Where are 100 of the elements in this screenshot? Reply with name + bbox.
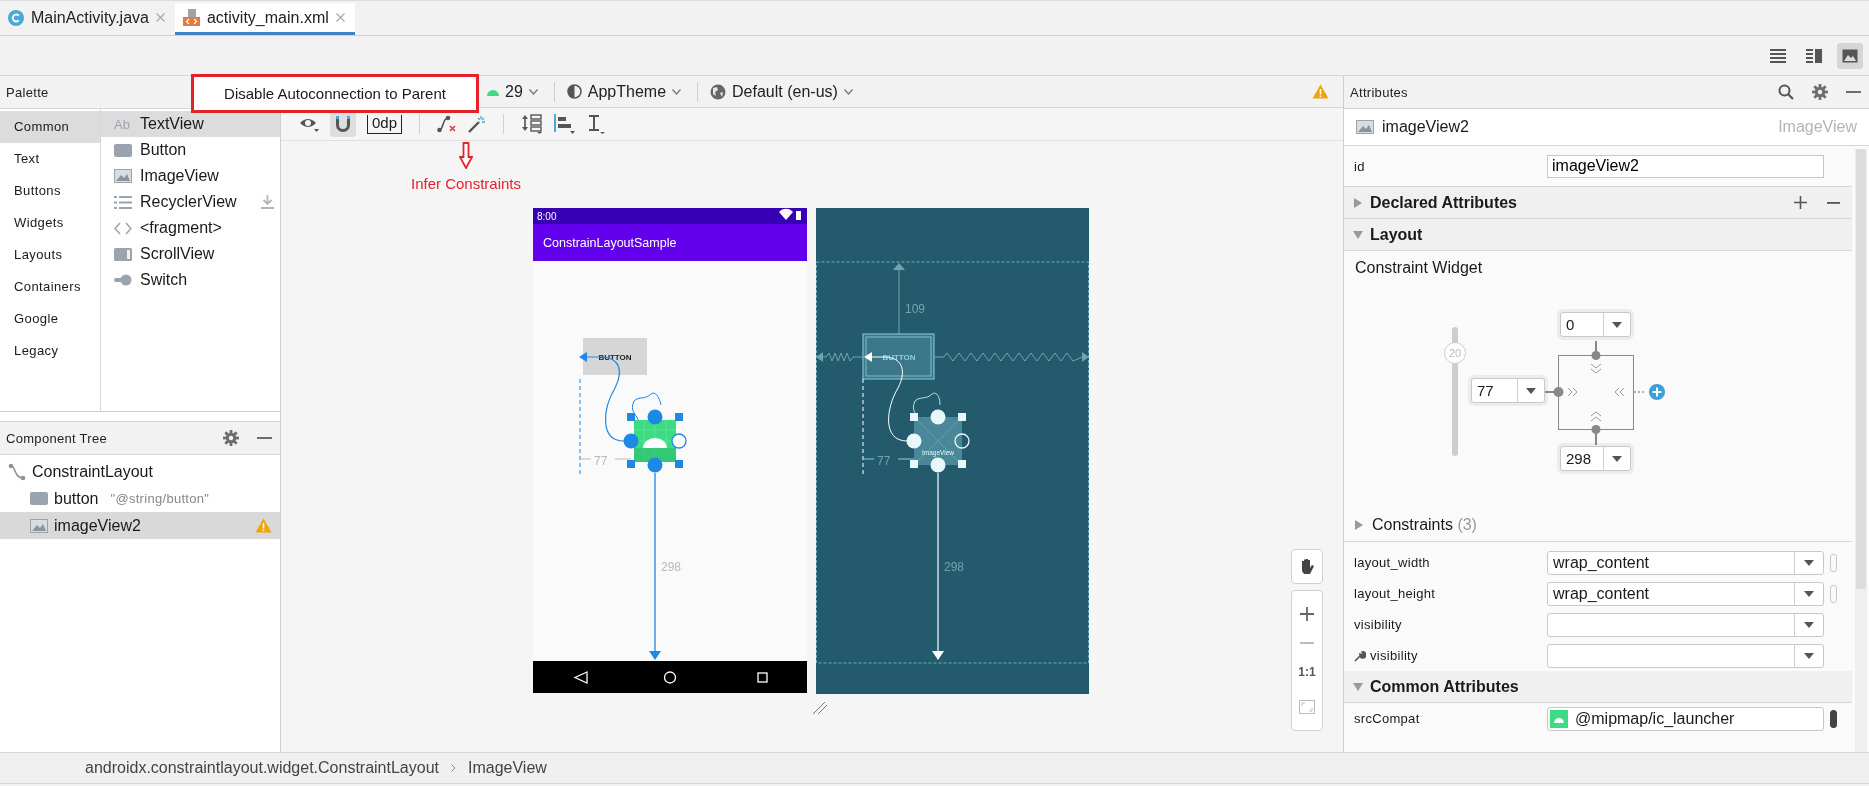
attribute-dropdown[interactable]: wrap_content [1547, 550, 1824, 575]
theme-dropdown[interactable]: AppTheme [587, 82, 667, 101]
palette-item[interactable]: Switch [101, 267, 280, 293]
actual-size-button[interactable]: 1:1 [1298, 664, 1316, 679]
margin-dropdown[interactable]: 298 [1560, 446, 1631, 471]
collapse-triangle-icon[interactable] [1353, 229, 1363, 240]
image-icon [1842, 48, 1858, 63]
back-icon[interactable] [573, 671, 588, 684]
tree-item[interactable]: ConstraintLayout [0, 458, 280, 485]
caret-icon [528, 88, 538, 95]
pack-icon[interactable] [521, 114, 544, 134]
breadcrumb-item[interactable]: androidx.constraintlayout.widget.ConstraintLayout [85, 759, 439, 777]
breadcrumb-item[interactable]: ImageView [468, 759, 547, 777]
split-view-icon [1806, 48, 1822, 63]
button-icon [114, 143, 132, 157]
dropdown-arrow-icon [1804, 590, 1814, 597]
magic-wand-icon[interactable] [468, 115, 487, 133]
section-header[interactable]: Layout [1344, 219, 1852, 251]
panel-title: Component Tree [6, 430, 108, 446]
tree-item[interactable]: imageView2 [0, 512, 280, 539]
clear-constraints-icon[interactable] [437, 115, 458, 133]
constraints-row[interactable]: Constraints (3) [1344, 509, 1852, 542]
app-title: ConstrainLayoutSample [543, 236, 677, 250]
add-icon[interactable] [1794, 196, 1807, 209]
search-icon[interactable] [1778, 84, 1794, 100]
zoom-in-icon[interactable] [1300, 607, 1314, 622]
editor-tab[interactable]: MainActivity.java [0, 3, 175, 35]
selection-handles[interactable] [623, 409, 687, 473]
palette-item[interactable]: ImageView [101, 163, 280, 189]
palette-category[interactable]: Buttons [0, 175, 100, 207]
resize-handle-icon[interactable] [812, 701, 828, 715]
attribute-label: visibility [1354, 617, 1403, 632]
widget-title: Constraint Widget [1354, 258, 1484, 278]
palette-category[interactable]: Google [0, 303, 100, 335]
tree-item[interactable]: button "@string/button" [0, 485, 280, 512]
resource-field[interactable]: @mipmap/ic_launcher [1547, 706, 1824, 731]
editor-tab[interactable]: activity_main.xml [174, 3, 355, 35]
recents-icon[interactable] [757, 672, 768, 683]
locale-dropdown[interactable]: Default (en-us) [732, 82, 838, 101]
constraint-connector [631, 392, 662, 423]
theme-icon [566, 84, 582, 99]
caret-icon [672, 88, 682, 95]
margin-dropdown[interactable]: 0 [1560, 312, 1631, 337]
image-icon [1356, 120, 1374, 134]
globe-icon [710, 83, 727, 100]
wifi-icon [779, 208, 793, 220]
hand-icon [1299, 557, 1315, 576]
component-type: ImageView [1778, 118, 1857, 136]
text-icon: Ab [114, 116, 130, 132]
component-name: imageView2 [1382, 118, 1469, 136]
annotation-label: Infer Constraints [411, 175, 522, 192]
remove-icon[interactable] [1827, 201, 1840, 204]
android-icon [1550, 709, 1568, 728]
palette-item[interactable]: <fragment> [101, 215, 280, 241]
image-widget[interactable] [633, 419, 677, 463]
settings-icon[interactable] [223, 430, 239, 446]
collapse-triangle-icon[interactable] [1353, 681, 1363, 692]
palette-category[interactable]: Common [0, 111, 100, 143]
status-time: 8:00 [537, 211, 557, 222]
dropdown-arrow-icon [1612, 321, 1622, 328]
margin-label: 109 [905, 302, 926, 316]
resource-picker-handle[interactable] [1830, 709, 1837, 728]
api-level-dropdown[interactable]: 29 [505, 82, 523, 101]
id-field[interactable]: imageView2 [1547, 154, 1824, 178]
home-icon[interactable] [663, 671, 677, 684]
autoconnect-button[interactable] [330, 111, 356, 137]
section-header[interactable]: Common Attributes [1344, 671, 1852, 703]
expand-triangle-icon[interactable] [1354, 520, 1364, 530]
battery-icon [796, 211, 801, 220]
attribute-dropdown[interactable]: wrap_content [1547, 581, 1824, 606]
eye-icon[interactable] [299, 116, 319, 132]
palette-item[interactable]: ScrollView [101, 241, 280, 267]
image-icon [114, 169, 132, 183]
palette-category[interactable]: Widgets [0, 207, 100, 239]
palette-item[interactable]: Ab TextView [101, 111, 280, 137]
margin-label: 77 [877, 454, 891, 468]
align-icon[interactable] [554, 114, 577, 134]
margin-dropdown[interactable]: 77 [1471, 378, 1545, 403]
scrollbar-thumb[interactable] [1856, 149, 1866, 589]
palette-category[interactable]: Text [0, 143, 100, 175]
design-view-button[interactable] [1837, 42, 1863, 69]
code-icon [114, 221, 132, 235]
button-icon [30, 492, 48, 505]
list-icon [114, 195, 132, 209]
selection-handles[interactable] [906, 409, 970, 473]
margin-label: 298 [944, 560, 965, 574]
settings-icon[interactable] [1812, 84, 1828, 100]
default-margin-button[interactable]: 0dp [367, 114, 403, 134]
palette-category[interactable]: Legacy [0, 335, 100, 367]
section-header[interactable]: Declared Attributes [1344, 187, 1852, 219]
palette-category[interactable]: Containers [0, 271, 100, 303]
attribute-label: id [1354, 158, 1366, 174]
pan-button[interactable] [1291, 549, 1323, 584]
button-widget[interactable]: BUTTON [583, 338, 647, 375]
add-constraint-icon[interactable] [1649, 384, 1665, 400]
panel-title: Attributes [1350, 84, 1408, 100]
expand-triangle-icon[interactable] [1353, 197, 1363, 208]
palette-item[interactable]: RecyclerView [101, 189, 280, 215]
palette-item[interactable]: Button [101, 137, 280, 163]
palette-category[interactable]: Layouts [0, 239, 100, 271]
